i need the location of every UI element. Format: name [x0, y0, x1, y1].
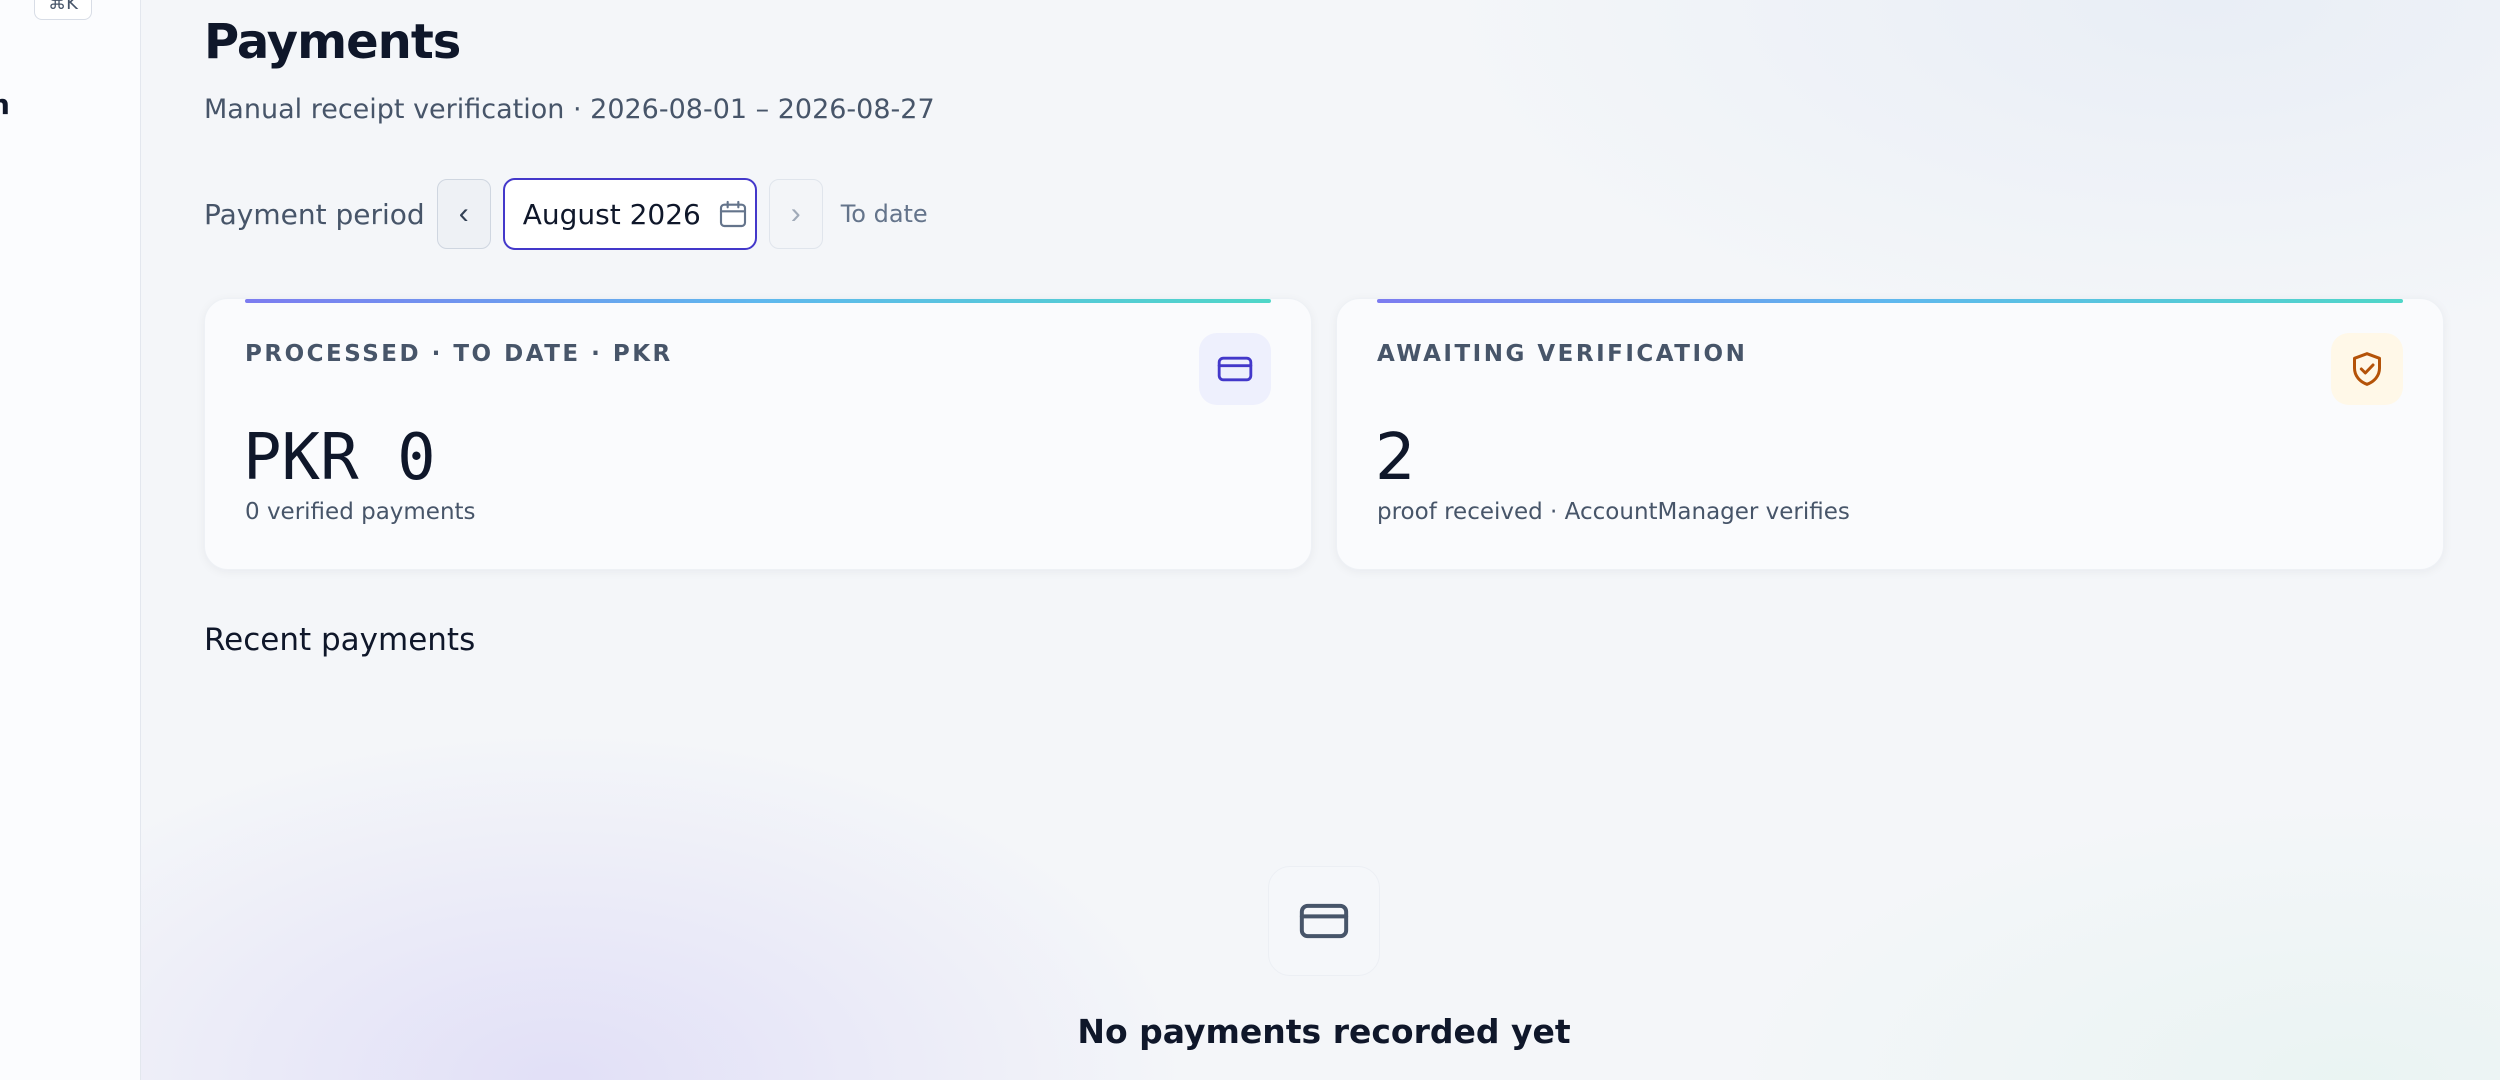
command-shortcut-hint[interactable]: ⌘K: [34, 0, 92, 20]
awaiting-note: proof received · AccountManager verifies: [1377, 499, 1850, 525]
awaiting-verification-card: AWAITING VERIFICATION 2 proof received ·…: [1336, 298, 2444, 570]
payment-period-label: Payment period: [204, 197, 425, 231]
to-date-label: To date: [840, 200, 928, 228]
card-accent-bar: [245, 299, 1271, 303]
credit-card-icon: [1299, 903, 1349, 939]
selected-month: August 2026: [522, 197, 701, 231]
shield-check-icon: [2353, 352, 2381, 386]
calendar-icon: [719, 200, 746, 228]
chevron-right-icon: ›: [790, 197, 801, 230]
sidebar: ⌘K n: [0, 0, 141, 1080]
empty-state-icon: [1268, 866, 1380, 976]
payment-period-selector: Payment period ‹ August 2026 › To date: [204, 178, 928, 250]
empty-state-message: No payments recorded yet: [1077, 1012, 1571, 1051]
next-period-button[interactable]: ›: [768, 179, 823, 249]
awaiting-label: AWAITING VERIFICATION: [1377, 341, 1748, 367]
page-subtitle: Manual receipt verification · 2026-08-01…: [204, 94, 935, 125]
previous-period-button[interactable]: ‹: [436, 179, 491, 249]
recent-payments-title: Recent payments: [204, 622, 476, 658]
month-picker[interactable]: August 2026: [502, 178, 757, 250]
chevron-left-icon: ‹: [458, 197, 469, 230]
sidebar-item-label[interactable]: n: [0, 88, 10, 121]
page-title: Payments: [204, 14, 461, 70]
credit-card-icon: [1217, 356, 1253, 382]
processed-note: 0 verified payments: [245, 499, 476, 525]
card-accent-bar: [1377, 299, 2403, 303]
processed-card: PROCESSED · TO DATE · PKR PKR 0 0 verifi…: [204, 298, 1312, 570]
awaiting-badge: [2331, 333, 2403, 405]
processed-amount: PKR 0: [243, 421, 436, 495]
processed-label: PROCESSED · TO DATE · PKR: [245, 341, 673, 367]
processed-badge: [1199, 333, 1271, 405]
awaiting-count: 2: [1375, 421, 1416, 495]
